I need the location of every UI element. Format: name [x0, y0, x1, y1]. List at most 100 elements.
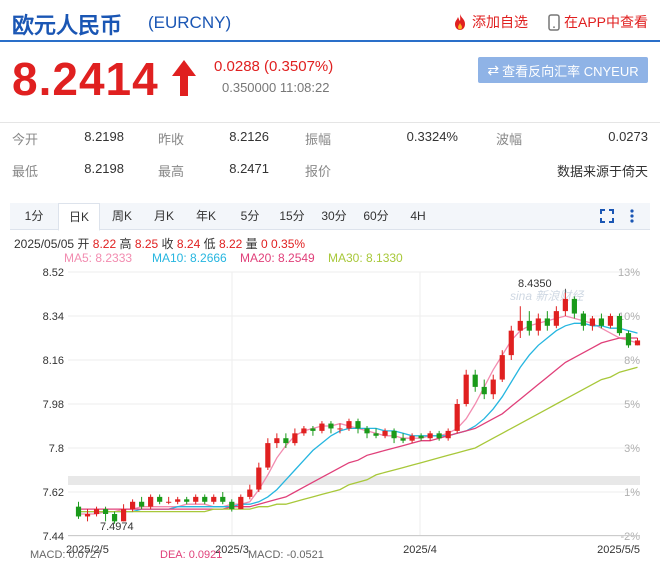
reverse-rate-button[interactable]: ⇄ 查看反向汇率 CNYEUR — [478, 57, 648, 83]
tab-1[interactable]: 日K — [58, 203, 100, 231]
open-app-button[interactable]: 在APP中查看 — [548, 12, 648, 32]
stat-value: 0.0273 — [608, 129, 648, 144]
pct-tick-label: 8% — [624, 355, 640, 367]
tab-0[interactable]: 1分 — [14, 203, 54, 229]
candle-body — [319, 423, 325, 431]
candle-body — [391, 430, 397, 439]
tab-3[interactable]: 月K — [144, 203, 184, 229]
tab-5[interactable]: 5分 — [230, 203, 270, 229]
candle-body — [220, 496, 226, 502]
candle-body — [589, 318, 596, 326]
candle-body — [139, 501, 145, 507]
candle-body — [301, 428, 307, 434]
candle-body — [229, 501, 235, 510]
reverse-rate-label: 查看反向汇率 CNYEUR — [502, 63, 639, 79]
y-tick-label: 8.34 — [43, 311, 64, 323]
period-tabs: 1分 日K 周K 月K 年K 5分 15分 30分 60分 4H — [10, 203, 650, 231]
y-tick-label: 8.16 — [43, 355, 64, 367]
candle-body — [562, 298, 568, 312]
swap-icon: ⇄ — [487, 61, 500, 78]
candle-body — [337, 428, 343, 430]
symbol-code: (EURCNY) — [148, 13, 232, 32]
x-tick-label: 2025/5/5 — [597, 544, 640, 556]
candle-body — [544, 318, 550, 326]
candle-body — [517, 320, 523, 331]
stat-value: 8.2198 — [84, 161, 124, 176]
candle-body — [427, 433, 433, 439]
candle-body — [526, 320, 532, 331]
tab-4[interactable]: 年K — [186, 203, 226, 229]
candle-body — [75, 506, 82, 517]
open-label: 开 — [77, 237, 90, 251]
candle-body — [481, 386, 487, 395]
candle-body — [184, 499, 190, 502]
ohlc-date: 2025/05/05 — [14, 237, 75, 251]
phone-icon — [548, 13, 560, 31]
tab-6[interactable]: 15分 — [272, 203, 312, 229]
candle-body — [256, 467, 262, 490]
update-time: 0.350000 11:08:22 — [222, 80, 330, 95]
min-annotation: 7.4974 — [100, 521, 134, 533]
add-watchlist-label: 添加自选 — [472, 14, 528, 30]
candle-body — [436, 433, 442, 439]
candle-body — [364, 428, 370, 434]
kline-chart[interactable]: 8.52 13% 8.34 10% 8.16 8% 7.98 5% 7.8 3% 7.62 1% 7.4… — [0, 262, 660, 561]
pct-tick-label: 5% — [624, 399, 640, 411]
candle-body — [472, 374, 478, 387]
header-divider — [0, 40, 660, 42]
close-label: 收 — [161, 237, 174, 251]
tab-8[interactable]: 60分 — [356, 203, 396, 229]
candle-body — [463, 374, 469, 404]
candle-body — [508, 330, 514, 356]
candle-body — [409, 435, 415, 441]
candle-body — [580, 313, 586, 326]
candle-body — [283, 438, 289, 444]
candle-body — [166, 501, 172, 503]
y-tick-label: 7.62 — [43, 487, 64, 499]
candle-body — [373, 433, 379, 436]
pct-tick-label: 3% — [624, 443, 640, 455]
candle-body — [193, 496, 199, 502]
candle-body — [598, 318, 605, 326]
max-annotation: 8.4350 — [518, 278, 552, 290]
x-tick-label: 2025/4 — [403, 544, 437, 556]
pct-tick-label: 13% — [618, 267, 640, 279]
candle-body — [445, 430, 451, 439]
stat-value: 0.3324% — [406, 129, 458, 144]
current-price: 8.2414 — [12, 52, 159, 106]
fullscreen-icon[interactable] — [600, 209, 614, 223]
open-app-label: 在APP中查看 — [564, 14, 649, 30]
kline-svg[interactable]: 8.52 13%8.34 10%8.16 8%7.98 5%7.8 3%7.62 1%7.4… — [0, 262, 660, 561]
candle-body — [102, 509, 109, 514]
stat-value: 8.2471 — [229, 161, 269, 176]
tab-7[interactable]: 30分 — [314, 203, 354, 229]
candle-body — [328, 423, 334, 429]
candle-body — [499, 355, 505, 380]
x-axis-line — [68, 535, 640, 536]
fire-icon — [455, 14, 465, 30]
y-tick-label: 8.52 — [43, 267, 64, 279]
stat-label: 报价 — [305, 164, 332, 179]
candle-body — [382, 430, 388, 436]
low-value: 8.22 — [218, 237, 243, 251]
candle-body — [211, 496, 217, 502]
macd2-label: MACD: -0.0521 — [248, 549, 324, 558]
volume-value: 0 — [261, 237, 268, 251]
volume-label: 量 — [245, 237, 258, 251]
stats-divider — [0, 122, 660, 123]
candle-body — [490, 379, 496, 395]
add-watchlist-button[interactable]: 添加自选 — [452, 12, 528, 32]
candle-body — [202, 496, 208, 502]
candle-body — [238, 496, 244, 510]
more-menu-icon[interactable] — [628, 208, 636, 224]
open-value: 8.22 — [92, 237, 117, 251]
tab-9[interactable]: 4H — [398, 203, 438, 229]
candle-body — [535, 318, 541, 331]
y-tick-label: 7.8 — [49, 443, 64, 455]
tab-2[interactable]: 周K — [102, 203, 142, 229]
candle-body — [418, 435, 424, 439]
stat-value: 8.2198 — [84, 129, 124, 144]
close-value: 8.24 — [176, 237, 201, 251]
macd-label: MACD: 0.0727 — [30, 549, 102, 558]
page-title: 欧元人民币 — [12, 13, 123, 38]
